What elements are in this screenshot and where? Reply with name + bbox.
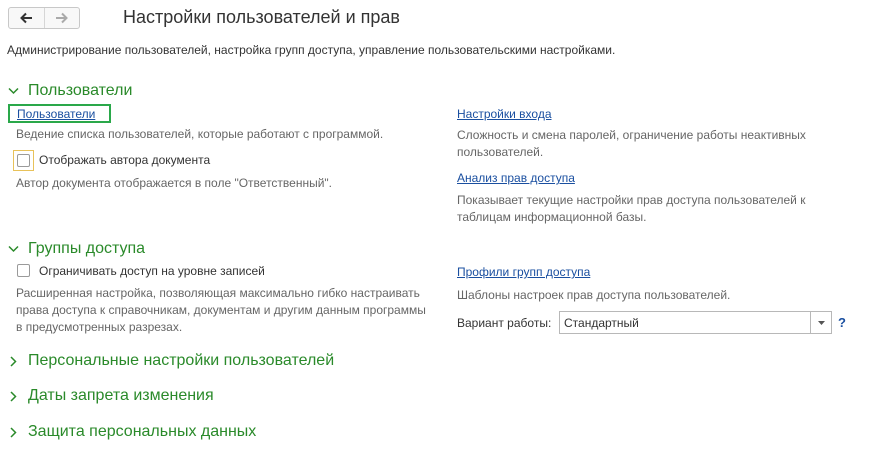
chevron-right-icon (10, 426, 17, 438)
section-users-title: Пользователи (28, 82, 133, 99)
page-subtitle: Администрирование пользователей, настрой… (7, 43, 616, 57)
show-author-label: Отображать автора документа (39, 153, 211, 167)
back-button[interactable] (9, 8, 44, 28)
chevron-down-icon (8, 245, 19, 253)
chevron-down-icon (8, 87, 19, 95)
restrict-records-description: Расширенная настройка, позволяющая макси… (16, 286, 426, 334)
arrow-left-icon (20, 12, 33, 24)
navigation-buttons (8, 7, 80, 29)
section-personal-data-header[interactable]: Защита персональных данных (8, 423, 256, 441)
show-author-description: Автор документа отображается в поле "Отв… (16, 176, 333, 190)
forward-button[interactable] (43, 8, 80, 28)
work-mode-select[interactable]: Стандартный (559, 311, 832, 334)
login-settings-description: Сложность и смена паролей, ограничение р… (457, 128, 806, 159)
dropdown-button[interactable] (810, 312, 831, 333)
chevron-right-icon (10, 390, 17, 402)
work-mode-label: Вариант работы: (457, 316, 552, 330)
login-settings-link[interactable]: Настройки входа (457, 107, 552, 121)
section-closing-dates-header[interactable]: Даты запрета изменения (8, 387, 214, 405)
work-mode-value: Стандартный (564, 315, 639, 330)
section-access-groups-title: Группы доступа (28, 240, 146, 257)
show-author-checkbox[interactable] (17, 154, 30, 167)
restrict-records-checkbox[interactable] (17, 264, 30, 277)
section-access-groups-header[interactable]: Группы доступа (8, 240, 145, 258)
section-closing-dates-title: Даты запрета изменения (28, 387, 214, 404)
page-title: Настройки пользователей и прав (123, 7, 400, 27)
access-group-profiles-description: Шаблоны настроек прав доступа пользовате… (457, 288, 731, 302)
section-personal-settings-header[interactable]: Персональные настройки пользователей (8, 352, 334, 370)
chevron-right-icon (10, 355, 17, 367)
arrow-right-icon (55, 12, 68, 24)
users-link[interactable]: Пользователи (17, 107, 95, 121)
restrict-records-label: Ограничивать доступ на уровне записей (39, 264, 265, 278)
rights-analysis-link[interactable]: Анализ прав доступа (457, 171, 575, 185)
dropdown-arrow-icon (817, 320, 825, 325)
section-personal-data-title: Защита персональных данных (28, 423, 257, 440)
help-icon[interactable]: ? (838, 315, 846, 330)
section-personal-settings-title: Персональные настройки пользователей (28, 352, 335, 369)
access-group-profiles-link[interactable]: Профили групп доступа (457, 265, 590, 279)
section-users-header[interactable]: Пользователи (8, 82, 132, 100)
users-description: Ведение списка пользователей, которые ра… (16, 127, 384, 141)
rights-analysis-description: Показывает текущие настройки прав доступ… (457, 193, 806, 224)
